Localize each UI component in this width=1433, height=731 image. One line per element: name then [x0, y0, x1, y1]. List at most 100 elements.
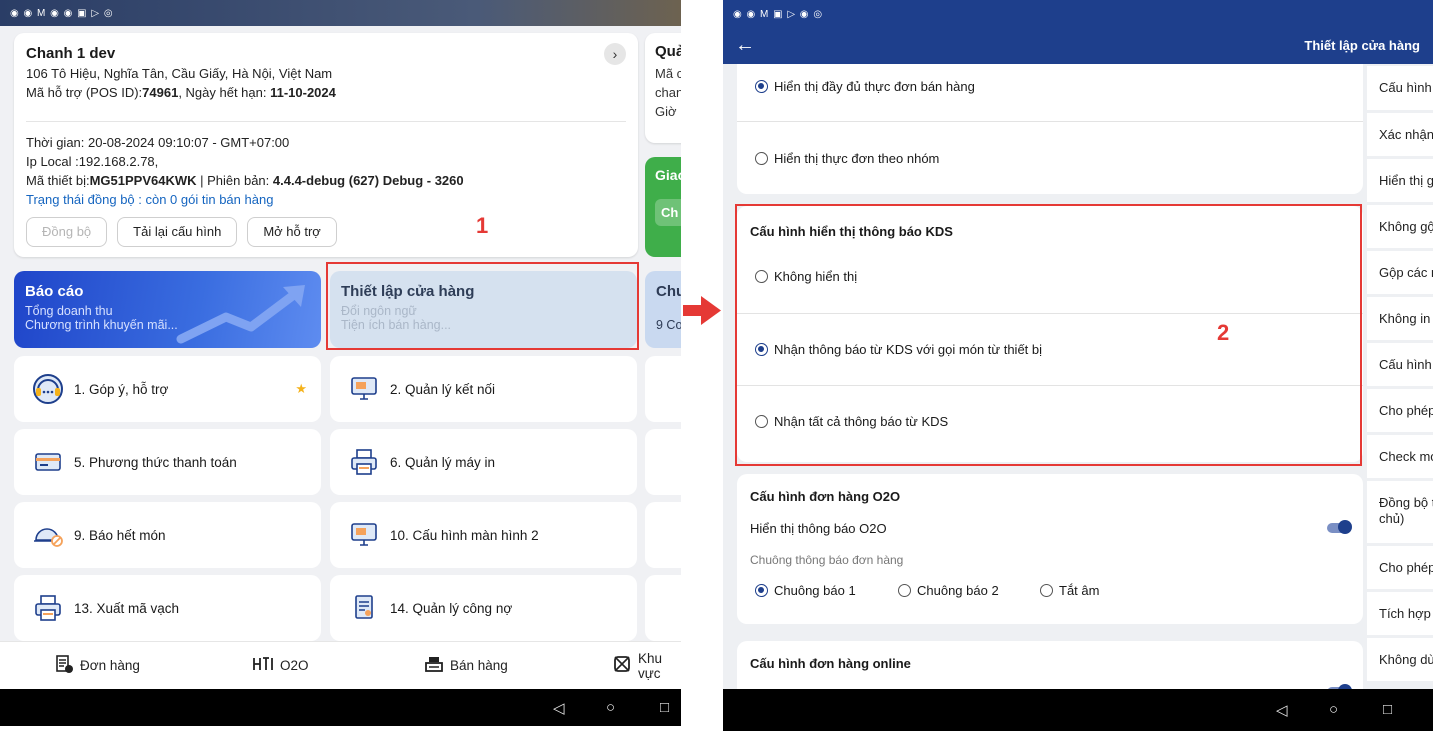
- stage: ◉ ◉ M ◉ ◉ ▣ ▷ ◎ Chanh 1 dev 106 Tô Hiệu,…: [0, 0, 1433, 731]
- side-item[interactable]: Cấu hình: [1367, 343, 1433, 386]
- reload-config-button[interactable]: Tải lại cấu hình: [117, 217, 238, 247]
- side-item[interactable]: Không gộ: [1367, 205, 1433, 248]
- device-info: Thời gian: 20-08-2024 09:10:07 - GMT+07:…: [26, 131, 464, 207]
- side-item[interactable]: Không dù: [1367, 638, 1433, 681]
- chevron-right-icon[interactable]: ›: [604, 43, 626, 65]
- peek-card[interactable]: Quả Mã c chan Giờ r: [645, 33, 681, 143]
- store-actions: Đồng bộ Tải lại cấu hình Mở hỗ trợ: [26, 217, 337, 247]
- sync-button[interactable]: Đồng bộ: [26, 217, 108, 247]
- report-banner[interactable]: Báo cáo Tổng doanh thu Chương trình khuy…: [14, 271, 321, 348]
- area-icon: [612, 654, 632, 677]
- status-bar: ◉ ◉ M ▣ ▷ ◉ ◎: [723, 0, 1433, 28]
- side-item[interactable]: Check mo: [1367, 435, 1433, 478]
- highlight-box-2: [735, 204, 1362, 466]
- side-item[interactable]: Gộp các m: [1367, 251, 1433, 294]
- system-nav-bar: ◁ ○ □: [723, 689, 1433, 731]
- menu-tile-label: 6. Quản lý máy in: [390, 454, 496, 470]
- radio-selected-icon: [755, 80, 768, 93]
- side-item[interactable]: Đồng bộ t chủ): [1367, 481, 1433, 543]
- o2o-section-title: Cấu hình đơn hàng O2O: [750, 489, 901, 504]
- store-address: 106 Tô Hiệu, Nghĩa Tân, Cầu Giấy, Hà Nội…: [26, 66, 333, 81]
- radio-label: Chuông báo 1: [774, 583, 856, 598]
- radio-unselected-icon: [1040, 584, 1053, 597]
- growth-chart-icon: [176, 285, 305, 344]
- monitor-icon: [344, 515, 384, 555]
- o2o-icon: [252, 656, 274, 675]
- app-version: 4.4.4-debug (627) Debug - 3260: [272, 173, 464, 188]
- side-item[interactable]: Tích hợp: [1367, 592, 1433, 635]
- nav-o2o[interactable]: O2O: [252, 656, 309, 675]
- peek-tile[interactable]: [645, 429, 681, 495]
- annotation-1: 1: [476, 213, 489, 238]
- peek-banner[interactable]: Chu 9 Co: [645, 271, 681, 348]
- menu-tile-connections[interactable]: 2. Quản lý kết nối: [330, 356, 637, 422]
- home-nav-icon[interactable]: ○: [606, 699, 615, 716]
- radio-full-menu[interactable]: Hiển thị đầy đủ thực đơn bán hàng: [755, 79, 975, 94]
- version-label: | Phiên bản:: [196, 173, 273, 188]
- side-item[interactable]: Cấu hình: [1367, 66, 1433, 110]
- back-nav-icon[interactable]: ◁: [1276, 701, 1288, 719]
- local-ip: Ip Local :192.168.2.78,: [26, 154, 159, 169]
- peek-tile[interactable]: [645, 356, 681, 422]
- menu-tile-label: 10. Cấu hình màn hình 2: [390, 527, 539, 543]
- page-title: Thiết lập cửa hàng: [1304, 38, 1420, 53]
- o2o-notice-toggle[interactable]: [1327, 520, 1352, 534]
- peek-card-title: Quả: [655, 43, 681, 60]
- divider: [26, 121, 626, 122]
- register-icon: [424, 655, 444, 676]
- radio-group-menu[interactable]: Hiển thị thực đơn theo nhóm: [755, 151, 939, 166]
- headset-icon: [28, 369, 68, 409]
- menu-tile-second-screen[interactable]: 10. Cấu hình màn hình 2: [330, 502, 637, 568]
- menu-tile-barcode-export[interactable]: 13. Xuất mã vạch: [14, 575, 321, 641]
- radio-label: Chuông báo 2: [917, 583, 999, 598]
- radio-selected-icon: [755, 584, 768, 597]
- pos-label: Mã hỗ trợ (POS ID):: [26, 85, 143, 100]
- menu-tile-feedback[interactable]: 1. Góp ý, hỗ trợ ★: [14, 356, 321, 422]
- annotation-2: 2: [1217, 320, 1230, 345]
- peek-card-line: Mã c: [655, 66, 681, 81]
- radio-mute[interactable]: Tắt âm: [1040, 583, 1099, 598]
- side-item[interactable]: Cho phép: [1367, 546, 1433, 589]
- expiry-date: 11-10-2024: [270, 85, 336, 100]
- peek-tile[interactable]: [645, 575, 681, 641]
- device-line: Mã thiết bị:MG51PPV64KWK | Phiên bản: 4.…: [26, 173, 464, 188]
- orders-icon: [54, 654, 74, 677]
- back-arrow-icon[interactable]: ←: [735, 34, 755, 57]
- side-item[interactable]: Không in: [1367, 297, 1433, 340]
- menu-tile-label: 5. Phương thức thanh toán: [74, 454, 237, 470]
- peek-banner-title: Chu: [656, 283, 681, 300]
- radio-label: Tắt âm: [1059, 583, 1100, 598]
- menu-tile-out-of-stock[interactable]: 9. Báo hết món: [14, 502, 321, 568]
- peek-banner-line: 9 Co: [656, 318, 681, 332]
- nav-orders[interactable]: Đơn hàng: [54, 654, 140, 677]
- radio-bell-2[interactable]: Chuông báo 2: [898, 583, 999, 598]
- expiry-label: , Ngày hết hạn:: [178, 85, 271, 100]
- radio-bell-1[interactable]: Chuông báo 1: [755, 583, 856, 598]
- home-nav-icon[interactable]: ○: [1329, 701, 1338, 718]
- app-bar: ← Thiết lập cửa hàng: [723, 28, 1433, 64]
- open-support-button[interactable]: Mở hỗ trợ: [247, 217, 337, 247]
- menu-tile-printers[interactable]: 6. Quản lý máy in: [330, 429, 637, 495]
- peek-delivery-card[interactable]: Giao Ch: [645, 157, 681, 257]
- peek-tile[interactable]: [645, 502, 681, 568]
- star-icon[interactable]: ★: [295, 381, 307, 397]
- menu-tile-debt-management[interactable]: 14. Quản lý công nợ: [330, 575, 637, 641]
- settings-side-list: Cấu hình Xác nhận Hiển thị g Không gộ Gộ…: [1367, 66, 1433, 686]
- nav-sales[interactable]: Bán hàng: [424, 655, 508, 676]
- bottom-navigation: Đơn hàng O2O Bán hàng Khu vực: [0, 641, 681, 689]
- document-icon: [344, 588, 384, 628]
- menu-tile-label: 1. Góp ý, hỗ trợ: [74, 381, 169, 397]
- store-info-card[interactable]: Chanh 1 dev 106 Tô Hiệu, Nghĩa Tân, Cầu …: [14, 33, 638, 257]
- monitor-icon: [344, 369, 384, 409]
- back-nav-icon[interactable]: ◁: [553, 699, 565, 717]
- side-item[interactable]: Xác nhận: [1367, 113, 1433, 156]
- pos-id: 74961: [142, 85, 179, 100]
- side-item[interactable]: Cho phép: [1367, 389, 1433, 432]
- cloche-icon: [28, 515, 68, 555]
- nav-area[interactable]: Khu vực: [612, 651, 681, 681]
- side-item-label: chủ): [1379, 511, 1405, 526]
- menu-tile-payment-methods[interactable]: 5. Phương thức thanh toán: [14, 429, 321, 495]
- side-item[interactable]: Hiển thị g: [1367, 159, 1433, 202]
- recents-nav-icon[interactable]: □: [660, 699, 669, 716]
- recents-nav-icon[interactable]: □: [1383, 701, 1392, 718]
